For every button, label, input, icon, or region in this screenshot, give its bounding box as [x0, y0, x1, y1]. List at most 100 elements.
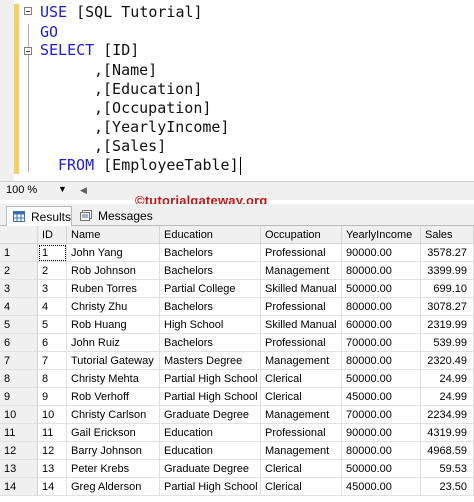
column-header[interactable]: YearlyIncome	[342, 226, 421, 244]
cell-sales[interactable]: 2319.99	[421, 316, 474, 334]
cell-education[interactable]: Partial High School	[160, 478, 261, 496]
cell-education[interactable]: Partial High School	[160, 388, 261, 406]
cell-id[interactable]: 3	[38, 280, 67, 298]
cell-id[interactable]: 12	[38, 442, 67, 460]
cell-name[interactable]: Gail Erickson	[67, 424, 160, 442]
cell-id[interactable]: 7	[38, 352, 67, 370]
table-row[interactable]: 5 5 Rob Huang High School Skilled Manual 6000…	[0, 316, 474, 334]
cell-sales[interactable]: 4968.59	[421, 442, 474, 460]
column-header[interactable]: Education	[160, 226, 261, 244]
cell-id[interactable]: 14	[38, 478, 67, 496]
cell-id[interactable]: 8	[38, 370, 67, 388]
table-row[interactable]: 1 1 John Yang Bachelors Professional 90000.00…	[0, 244, 474, 262]
cell-yearly-income[interactable]: 50000.00	[342, 280, 421, 298]
cell-occupation[interactable]: Clerical	[261, 478, 342, 496]
cell-id[interactable]: 9	[38, 388, 67, 406]
cell-education[interactable]: Graduate Degree	[160, 460, 261, 478]
cell-name[interactable]: Greg Alderson	[67, 478, 160, 496]
cell-id[interactable]: 1	[38, 244, 67, 262]
cell-yearly-income[interactable]: 50000.00	[342, 370, 421, 388]
cell-sales[interactable]: 2320.49	[421, 352, 474, 370]
table-row[interactable]: 14 14 Greg Alderson Partial High School Cler…	[0, 478, 474, 496]
cell-occupation[interactable]: Clerical	[261, 460, 342, 478]
cell-id[interactable]: 4	[38, 298, 67, 316]
cell-sales[interactable]: 59.53	[421, 460, 474, 478]
table-row[interactable]: 8 8 Christy Mehta Partial High School Cleric…	[0, 370, 474, 388]
column-header[interactable]: ID	[38, 226, 67, 244]
cell-education[interactable]: Bachelors	[160, 262, 261, 280]
cell-education[interactable]: Education	[160, 424, 261, 442]
cell-yearly-income[interactable]: 70000.00	[342, 334, 421, 352]
zoom-level[interactable]: 100 %	[6, 184, 37, 196]
cell-name[interactable]: Tutorial Gateway	[67, 352, 160, 370]
cell-sales[interactable]: 699.10	[421, 280, 474, 298]
column-header[interactable]: Occupation	[261, 226, 342, 244]
cell-id[interactable]: 2	[38, 262, 67, 280]
cell-yearly-income[interactable]: 80000.00	[342, 298, 421, 316]
cell-occupation[interactable]: Management	[261, 352, 342, 370]
cell-yearly-income[interactable]: 50000.00	[342, 460, 421, 478]
table-row[interactable]: 7 7 Tutorial Gateway Masters Degree Manageme…	[0, 352, 474, 370]
scroll-left-icon[interactable]: ◀	[80, 185, 87, 196]
cell-occupation[interactable]: Professional	[261, 334, 342, 352]
cell-occupation[interactable]: Clerical	[261, 388, 342, 406]
cell-yearly-income[interactable]: 90000.00	[342, 424, 421, 442]
cell-sales[interactable]: 3399.99	[421, 262, 474, 280]
table-row[interactable]: 11 11 Gail Erickson Education Professional 90…	[0, 424, 474, 442]
cell-sales[interactable]: 2234.99	[421, 406, 474, 424]
cell-education[interactable]: Masters Degree	[160, 352, 261, 370]
cell-name[interactable]: John Ruiz	[67, 334, 160, 352]
cell-occupation[interactable]: Professional	[261, 298, 342, 316]
cell-id[interactable]: 5	[38, 316, 67, 334]
table-row[interactable]: 9 9 Rob Verhoff Partial High School Clerical…	[0, 388, 474, 406]
cell-education[interactable]: Bachelors	[160, 244, 261, 262]
collapse-icon[interactable]	[24, 7, 32, 15]
cell-name[interactable]: Rob Johnson	[67, 262, 160, 280]
column-header[interactable]: Sales	[421, 226, 474, 244]
table-row[interactable]: 6 6 John Ruiz Bachelors Professional 70000.00…	[0, 334, 474, 352]
cell-id[interactable]: 10	[38, 406, 67, 424]
cell-name[interactable]: John Yang	[67, 244, 160, 262]
cell-id[interactable]: 13	[38, 460, 67, 478]
cell-sales[interactable]: 3078.27	[421, 298, 474, 316]
tab-results[interactable]: Results	[6, 206, 72, 226]
cell-name[interactable]: Barry Johnson	[67, 442, 160, 460]
cell-yearly-income[interactable]: 45000.00	[342, 388, 421, 406]
cell-name[interactable]: Christy Zhu	[67, 298, 160, 316]
cell-name[interactable]: Christy Mehta	[67, 370, 160, 388]
collapse-icon[interactable]	[24, 47, 32, 55]
cell-yearly-income[interactable]: 45000.00	[342, 478, 421, 496]
column-header[interactable]: Name	[67, 226, 160, 244]
cell-occupation[interactable]: Management	[261, 262, 342, 280]
cell-education[interactable]: Bachelors	[160, 334, 261, 352]
cell-occupation[interactable]: Management	[261, 442, 342, 460]
cell-occupation[interactable]: Skilled Manual	[261, 280, 342, 298]
cell-name[interactable]: Rob Huang	[67, 316, 160, 334]
cell-sales[interactable]: 24.99	[421, 388, 474, 406]
table-row[interactable]: 4 4 Christy Zhu Bachelors Professional 80000.…	[0, 298, 474, 316]
cell-education[interactable]: High School	[160, 316, 261, 334]
cell-sales[interactable]: 4319.99	[421, 424, 474, 442]
cell-yearly-income[interactable]: 60000.00	[342, 316, 421, 334]
cell-yearly-income[interactable]: 90000.00	[342, 244, 421, 262]
cell-yearly-income[interactable]: 80000.00	[342, 442, 421, 460]
cell-occupation[interactable]: Management	[261, 406, 342, 424]
cell-occupation[interactable]: Skilled Manual	[261, 316, 342, 334]
chevron-down-icon[interactable]: ▼	[58, 184, 67, 194]
cell-sales[interactable]: 24.99	[421, 370, 474, 388]
tab-messages[interactable]: Messages	[74, 206, 156, 226]
cell-occupation[interactable]: Professional	[261, 424, 342, 442]
cell-id[interactable]: 6	[38, 334, 67, 352]
cell-education[interactable]: Partial College	[160, 280, 261, 298]
cell-education[interactable]: Graduate Degree	[160, 406, 261, 424]
results-grid[interactable]: ID Name Education Occupation YearlyIncom…	[0, 226, 474, 502]
table-row[interactable]: 3 3 Ruben Torres Partial College Skilled Man…	[0, 280, 474, 298]
cell-yearly-income[interactable]: 80000.00	[342, 352, 421, 370]
table-row[interactable]: 10 10 Christy Carlson Graduate Degree Manage…	[0, 406, 474, 424]
cell-education[interactable]: Partial High School	[160, 370, 261, 388]
cell-education[interactable]: Education	[160, 442, 261, 460]
cell-id[interactable]: 11	[38, 424, 67, 442]
cell-sales[interactable]: 539.99	[421, 334, 474, 352]
cell-name[interactable]: Ruben Torres	[67, 280, 160, 298]
table-row[interactable]: 13 13 Peter Krebs Graduate Degree Clerical 50…	[0, 460, 474, 478]
